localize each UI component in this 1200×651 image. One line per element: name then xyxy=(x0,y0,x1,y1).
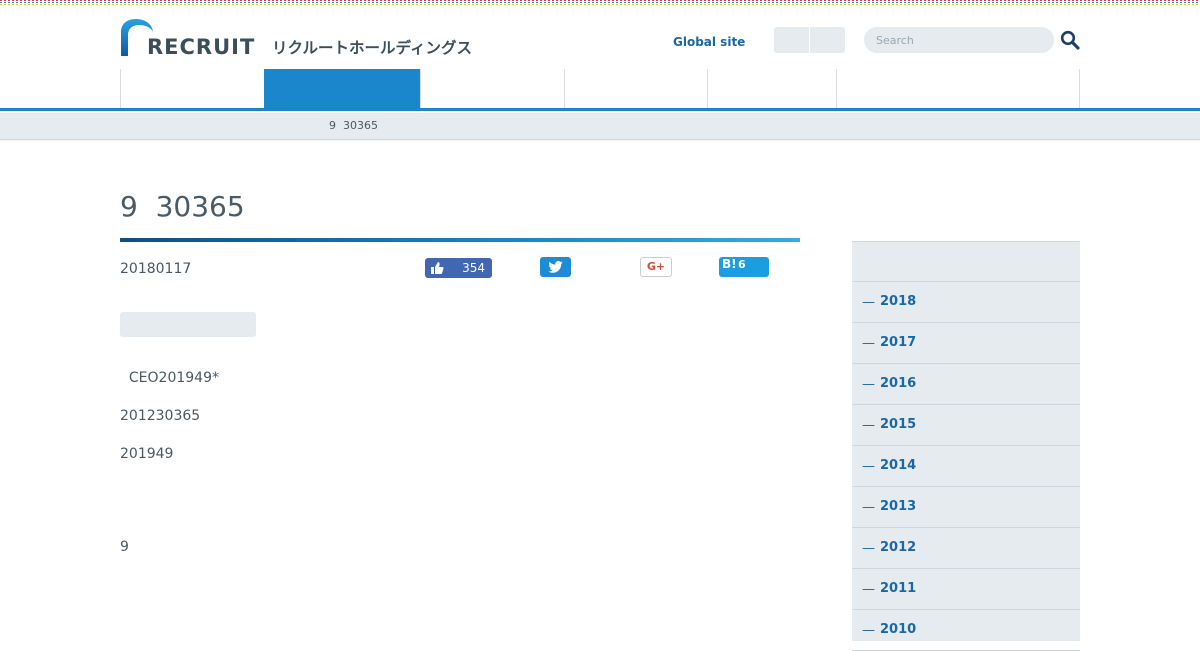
archive-year-label: 2015 xyxy=(880,417,917,432)
archive-sidebar: — 2018 — 2017 — 2016 — 2015 — 2014 — 201… xyxy=(852,241,1080,651)
page-title: 9 30365 xyxy=(120,190,245,223)
language-option-a[interactable] xyxy=(774,27,809,53)
title-underline xyxy=(120,238,800,242)
post-date: 20180117 xyxy=(120,261,192,277)
global-nav xyxy=(120,69,1080,109)
site-header: RECRUIT リクルートホールディングス Global site xyxy=(0,6,1200,110)
archive-year-2011[interactable]: — 2011 xyxy=(852,569,1080,610)
nav-item-1[interactable] xyxy=(120,69,264,109)
twitter-bird-icon xyxy=(548,261,563,273)
breadcrumb-current: 9 30365 xyxy=(329,119,378,132)
logo-katakana: リクルートホールディングス xyxy=(272,38,472,57)
hatena-bookmark-button[interactable]: B! 6 xyxy=(719,257,769,277)
archive-year-2018[interactable]: — 2018 xyxy=(852,282,1080,323)
article-paragraph-3: 201949 xyxy=(120,446,174,462)
archive-year-label: 2013 xyxy=(880,499,917,514)
search-button[interactable] xyxy=(1060,30,1080,50)
archive-year-2017[interactable]: — 2017 xyxy=(852,323,1080,364)
article-paragraph-1: CEO201949* xyxy=(120,370,219,386)
dash-icon: — xyxy=(862,336,875,351)
archive-year-2016[interactable]: — 2016 xyxy=(852,364,1080,405)
hatena-bookmark-count: 6 xyxy=(738,258,746,271)
twitter-share-button[interactable] xyxy=(540,257,571,277)
archive-year-2010[interactable]: — 2010 xyxy=(852,610,1080,651)
recruit-logo[interactable]: RECRUIT リクルートホールディングス xyxy=(120,18,482,59)
archive-year-2012[interactable]: — 2012 xyxy=(852,528,1080,569)
language-toggle xyxy=(774,27,845,53)
article-paragraph-4: 9 xyxy=(120,539,129,555)
dash-icon: — xyxy=(862,623,875,638)
dash-icon: — xyxy=(862,418,875,433)
logo-wordmark: RECRUIT xyxy=(147,35,255,58)
archive-year-label: 2018 xyxy=(880,294,917,309)
global-site-link[interactable]: Global site xyxy=(673,35,745,49)
archive-year-2014[interactable]: — 2014 xyxy=(852,446,1080,487)
facebook-like-count: 354 xyxy=(462,261,485,275)
dash-icon: — xyxy=(862,500,875,515)
nav-underline xyxy=(0,108,1200,111)
article-paragraph-2: 201230365 xyxy=(120,408,201,424)
nav-item-3[interactable] xyxy=(420,69,564,109)
archive-year-2013[interactable]: — 2013 xyxy=(852,487,1080,528)
thumbs-up-icon xyxy=(431,262,444,274)
archive-year-label: 2016 xyxy=(880,376,917,391)
archive-year-label: 2014 xyxy=(880,458,917,473)
category-tag[interactable] xyxy=(120,312,256,337)
dash-icon: — xyxy=(862,541,875,556)
breadcrumb: 9 30365 xyxy=(0,113,1200,140)
nav-item-2-active[interactable] xyxy=(264,69,420,109)
dash-icon: — xyxy=(862,582,875,597)
nav-item-4[interactable] xyxy=(564,69,707,109)
google-plus-share-button[interactable]: G+ xyxy=(640,257,672,277)
nav-divider xyxy=(1079,69,1080,109)
dash-icon: — xyxy=(862,459,875,474)
nav-item-6[interactable] xyxy=(836,69,1079,109)
sidebar-heading xyxy=(852,241,1080,282)
search-icon xyxy=(1060,30,1080,50)
archive-year-label: 2017 xyxy=(880,335,917,350)
facebook-like-button[interactable]: 354 xyxy=(425,258,492,278)
search-input[interactable] xyxy=(864,27,1054,53)
archive-year-2015[interactable]: — 2015 xyxy=(852,405,1080,446)
dash-icon: — xyxy=(862,377,875,392)
dash-icon: — xyxy=(862,295,875,310)
archive-year-label: 2012 xyxy=(880,540,917,555)
recruit-logo-mark: RECRUIT リクルートホールディングス xyxy=(121,19,472,59)
hatena-logo: B! xyxy=(722,257,737,271)
archive-year-label: 2011 xyxy=(880,581,917,596)
language-option-b[interactable] xyxy=(809,27,845,53)
nav-item-5[interactable] xyxy=(707,69,836,109)
